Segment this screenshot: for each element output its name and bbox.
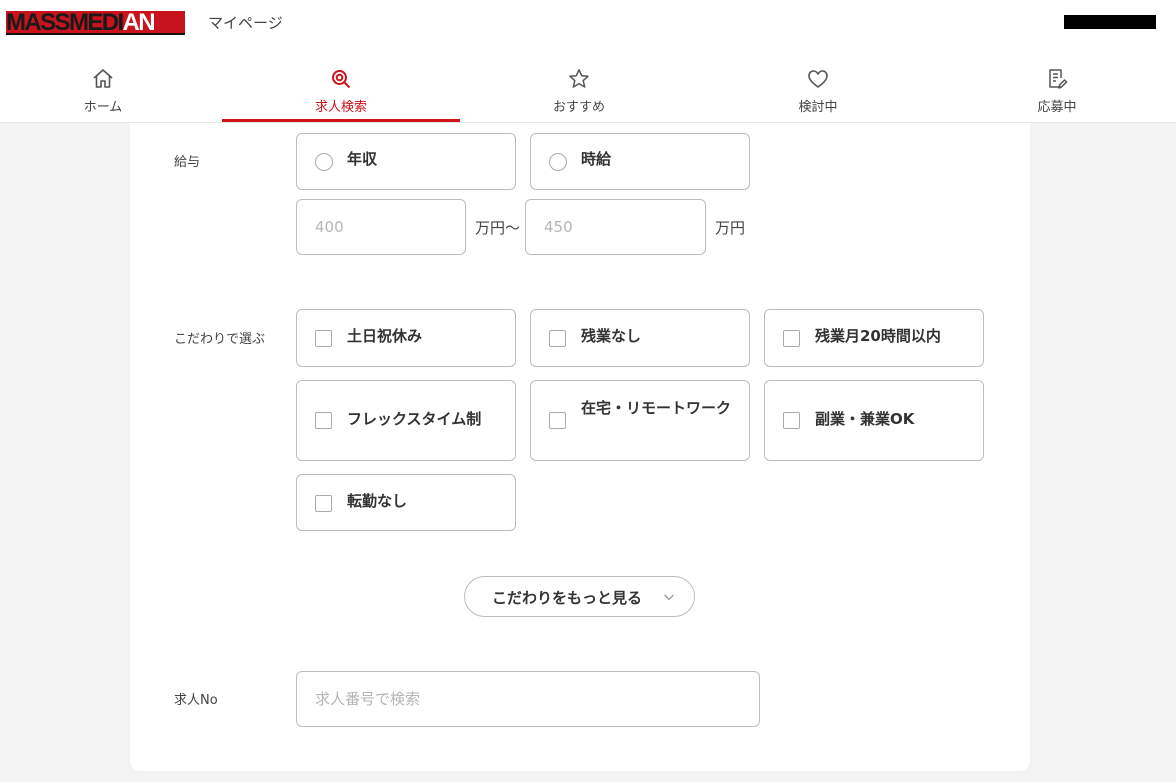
pref-overtime-under-20h[interactable]: 残業月20時間以内 [764,309,984,367]
nav-item-recommended[interactable]: おすすめ [460,58,698,122]
nav-label-recommended: おすすめ [552,100,605,115]
pref-no-overtime[interactable]: 残業なし [530,309,750,367]
star-icon [569,69,589,88]
preferences-label: こだわりで選ぶ [174,332,266,347]
checkbox[interactable] [549,412,566,429]
pref-remote-work[interactable]: 在宅・リモートワーク [530,380,750,461]
pref-side-job-ok[interactable]: 副業・兼業OK [764,380,984,461]
hourly-option-label: 時給 [581,150,612,168]
checkbox[interactable] [315,412,332,429]
pref-label: フレックスタイム制 [347,410,482,428]
nav-item-job-search[interactable]: 求人検索 [222,58,460,122]
hourly-radio[interactable] [549,153,567,171]
salary-hourly-option[interactable]: 時給 [530,133,750,190]
annual-radio[interactable] [315,153,333,171]
checkbox[interactable] [315,330,332,347]
show-more-label: こだわりをもっと見る [492,589,643,607]
nav-item-home[interactable]: ホーム [0,58,222,122]
redacted-user-name [1064,15,1156,29]
pref-label: 残業なし [581,327,642,345]
main-nav: ホーム 求人検索 おすすめ 検討中 応募中 [0,58,1176,123]
checkbox[interactable] [783,330,800,347]
page-title: マイページ [208,14,283,32]
salary-label: 給与 [174,155,201,170]
search-form-card: 給与 年収 時給 万円〜 万円 こだわりで選ぶ 土日祝休み 残業なし 残業月20… [130,123,1030,771]
salary-unit: 万円 [715,219,746,237]
pref-label: 転勤なし [347,492,408,510]
job-number-input[interactable] [296,671,760,727]
checkbox[interactable] [783,412,800,429]
pref-weekends-off[interactable]: 土日祝休み [296,309,516,367]
heart-icon [808,70,828,88]
pref-label: 在宅・リモートワーク [581,399,732,417]
search-icon [332,70,351,89]
pref-label: 残業月20時間以内 [815,327,941,345]
pref-no-transfer[interactable]: 転勤なし [296,474,516,531]
home-icon [93,69,113,88]
nav-label-applied: 応募中 [1037,100,1077,115]
nav-label-job-search: 求人検索 [314,100,367,115]
massmedian-logo[interactable]: MASSMEDIAN [6,11,185,35]
nav-label-considering: 検討中 [798,100,838,115]
salary-range-unit: 万円〜 [475,219,521,237]
nav-item-considering[interactable]: 検討中 [699,58,937,122]
salary-min-input[interactable] [296,199,466,255]
checkbox[interactable] [549,330,566,347]
annual-option-label: 年収 [347,150,378,168]
pref-flextime[interactable]: フレックスタイム制 [296,380,516,461]
salary-annual-option[interactable]: 年収 [296,133,516,190]
chevron-down-icon [664,594,674,601]
nav-item-applied[interactable]: 応募中 [938,58,1176,122]
pref-label: 土日祝休み [347,327,423,345]
pref-label: 副業・兼業OK [815,410,915,428]
show-more-preferences-button[interactable]: こだわりをもっと見る [464,576,695,617]
active-tab-indicator [222,119,460,122]
checkbox[interactable] [315,495,332,512]
logo-accent-text: AN [122,11,156,35]
logo-text: MASSMEDIAN [6,11,156,35]
logo-main-text: MASSMEDI [6,11,124,35]
job-number-label: 求人No [174,693,218,708]
nav-label-home: ホーム [83,100,123,115]
document-icon [1049,69,1068,89]
salary-max-input[interactable] [525,199,706,255]
app-header: MASSMEDIAN マイページ [0,0,1176,58]
